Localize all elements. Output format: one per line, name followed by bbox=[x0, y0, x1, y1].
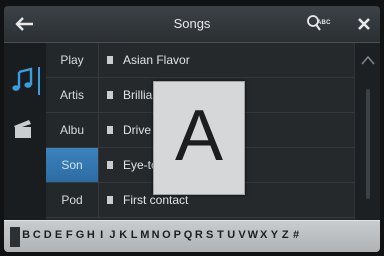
alphabet-letter-t[interactable]: T bbox=[215, 229, 226, 241]
alphabet-letter-j[interactable]: J bbox=[107, 229, 118, 241]
clapperboard-icon bbox=[14, 120, 31, 138]
alphabet-letter-w[interactable]: W bbox=[248, 229, 259, 241]
alphabet-letter-x[interactable]: X bbox=[258, 229, 269, 241]
alphabet-index-bar[interactable]: A B C D E F G H I J K L M N O P Q R S T U V W X Y Z # bbox=[4, 220, 380, 252]
alphabet-letter-h[interactable]: H bbox=[86, 229, 97, 241]
index-letter-popup: A bbox=[153, 81, 245, 195]
index-letter: A bbox=[174, 96, 224, 176]
scroll-up-icon[interactable] bbox=[361, 55, 375, 65]
song-title: Asian Flavor bbox=[123, 53, 190, 67]
alphabet-letter-e[interactable]: E bbox=[53, 229, 64, 241]
song-icon bbox=[107, 91, 113, 99]
song-icon bbox=[107, 126, 113, 134]
alphabet-letter-b[interactable]: B bbox=[21, 229, 32, 241]
alphabet-letter-k[interactable]: K bbox=[118, 229, 129, 241]
close-icon bbox=[358, 18, 370, 30]
song-title: Drive i bbox=[123, 123, 158, 137]
alphabet-letter-d[interactable]: D bbox=[42, 229, 53, 241]
category-artists[interactable]: Artis bbox=[46, 78, 98, 113]
song-icon bbox=[107, 161, 113, 169]
alphabet-letters: A B C D E F G H I J K L M N O P Q R S T U V W X Y Z # bbox=[10, 229, 302, 241]
alphabet-letter-c[interactable]: C bbox=[32, 229, 43, 241]
category-playlists[interactable]: Play bbox=[46, 43, 98, 78]
alphabet-letter-g[interactable]: G bbox=[75, 229, 86, 241]
alphabet-letter-v[interactable]: V bbox=[237, 229, 248, 241]
song-row[interactable]: Asian Flavor bbox=[98, 43, 355, 78]
song-icon bbox=[107, 56, 113, 64]
songs-screen: Songs ABC Play Artis Albu Son Pod Asian … bbox=[4, 6, 380, 252]
header-bar: Songs ABC bbox=[4, 6, 380, 43]
music-note-icon bbox=[12, 67, 40, 95]
alphabet-letter-m[interactable]: M bbox=[140, 229, 151, 241]
alphabet-letter-i[interactable]: I bbox=[96, 229, 107, 241]
search-abc-button[interactable]: ABC bbox=[306, 13, 340, 35]
alphabet-letter-z[interactable]: Z bbox=[280, 229, 291, 241]
video-tab[interactable] bbox=[10, 115, 40, 143]
alphabet-letter-n[interactable]: N bbox=[150, 229, 161, 241]
alphabet-letter-o[interactable]: O bbox=[161, 229, 172, 241]
alphabet-letter-f[interactable]: F bbox=[64, 229, 75, 241]
close-button[interactable] bbox=[354, 14, 374, 34]
alphabet-letter-y[interactable]: Y bbox=[269, 229, 280, 241]
scroll-track[interactable] bbox=[366, 89, 370, 199]
category-albums[interactable]: Albu bbox=[46, 113, 98, 148]
alphabet-letter-r[interactable]: R bbox=[194, 229, 205, 241]
alphabet-letter-s[interactable]: S bbox=[204, 229, 215, 241]
alphabet-letter-a[interactable]: A bbox=[10, 229, 21, 241]
search-abc-label: ABC bbox=[317, 20, 331, 26]
alphabet-letter-l[interactable]: L bbox=[129, 229, 140, 241]
alphabet-letter-p[interactable]: P bbox=[172, 229, 183, 241]
alphabet-letter-u[interactable]: U bbox=[226, 229, 237, 241]
alphabet-letter-q[interactable]: Q bbox=[183, 229, 194, 241]
song-icon bbox=[107, 196, 113, 204]
scrollbar[interactable] bbox=[354, 43, 380, 220]
source-tabs bbox=[4, 43, 46, 220]
alphabet-letter-hash[interactable]: # bbox=[291, 229, 302, 241]
category-songs[interactable]: Son bbox=[46, 148, 98, 183]
category-podcasts[interactable]: Pod bbox=[46, 183, 98, 218]
song-title: First contact bbox=[123, 193, 189, 207]
music-tab[interactable] bbox=[8, 63, 42, 99]
category-list: Play Artis Albu Son Pod bbox=[46, 43, 98, 220]
